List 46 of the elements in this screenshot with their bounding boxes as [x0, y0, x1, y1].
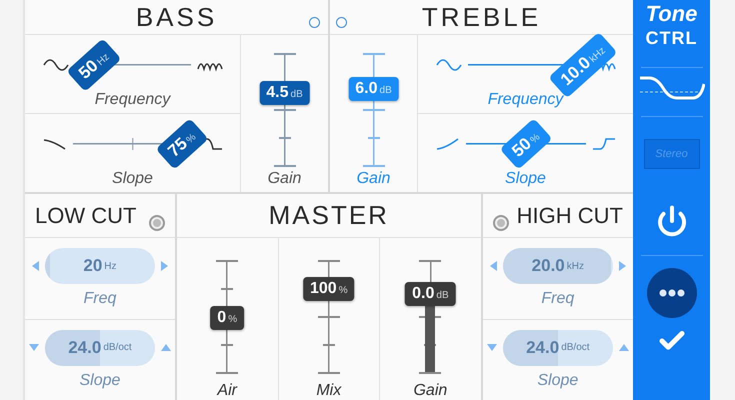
slider-label: Gain	[268, 170, 302, 188]
value-badge[interactable]: 0.0 dB	[405, 282, 456, 306]
value-badge[interactable]: 100%	[303, 277, 355, 302]
value-pill[interactable]: 20.0 kHz	[502, 248, 613, 284]
power-button[interactable]	[656, 205, 688, 237]
slider-label: Freq	[84, 290, 116, 308]
slider-label: Slope	[505, 170, 546, 188]
band-toggle[interactable]	[309, 17, 320, 28]
value-pill[interactable]: 24.0 dB/oct	[44, 330, 155, 366]
value-badge[interactable]: 75 %	[155, 118, 208, 170]
band-title: BASS	[136, 2, 218, 32]
increase-arrow-icon[interactable]	[160, 261, 168, 272]
eq-curve-icon	[638, 74, 704, 102]
slider-label: Freq	[541, 290, 574, 308]
slider-label: Slope	[112, 170, 153, 188]
section-title: MASTER	[268, 200, 389, 231]
slider-label: Gain	[356, 170, 390, 188]
band-toggle[interactable]	[336, 17, 347, 28]
cut-toggle[interactable]	[148, 214, 165, 230]
section-title: HIGH CUT	[516, 202, 623, 228]
decrease-arrow-icon[interactable]	[490, 261, 497, 272]
value-badge[interactable]: 6.0 dB	[348, 76, 399, 101]
logo-text: Tone	[646, 2, 698, 26]
decrease-arrow-icon[interactable]	[28, 344, 39, 352]
value-pill[interactable]: 24.0 dB/oct	[502, 330, 613, 366]
increase-arrow-icon[interactable]	[618, 261, 626, 272]
logo-text: CTRL	[646, 28, 698, 49]
value-badge[interactable]: 4.5 dB	[259, 81, 310, 106]
decrease-arrow-icon[interactable]	[486, 344, 497, 352]
value-pill[interactable]: 20 Hz	[44, 248, 155, 284]
slider-label: Air	[217, 382, 237, 400]
slider-label: Slope	[537, 372, 578, 390]
value-badge[interactable]: 50 Hz	[66, 38, 122, 92]
value-badge[interactable]: 50 %	[499, 118, 552, 170]
slider-label: Mix	[316, 382, 342, 400]
more-icon	[658, 289, 684, 297]
value-badge[interactable]: 0%	[210, 306, 244, 330]
increase-arrow-icon[interactable]	[160, 344, 171, 352]
cut-toggle[interactable]	[492, 214, 509, 230]
decrease-arrow-icon[interactable]	[32, 261, 39, 272]
more-button[interactable]	[646, 268, 696, 318]
slider-label: Slope	[79, 372, 120, 390]
slider-label: Gain	[413, 382, 448, 400]
section-title: LOW CUT	[35, 202, 136, 228]
band-title: TREBLE	[422, 2, 542, 32]
slider-label: Frequency	[94, 91, 170, 109]
